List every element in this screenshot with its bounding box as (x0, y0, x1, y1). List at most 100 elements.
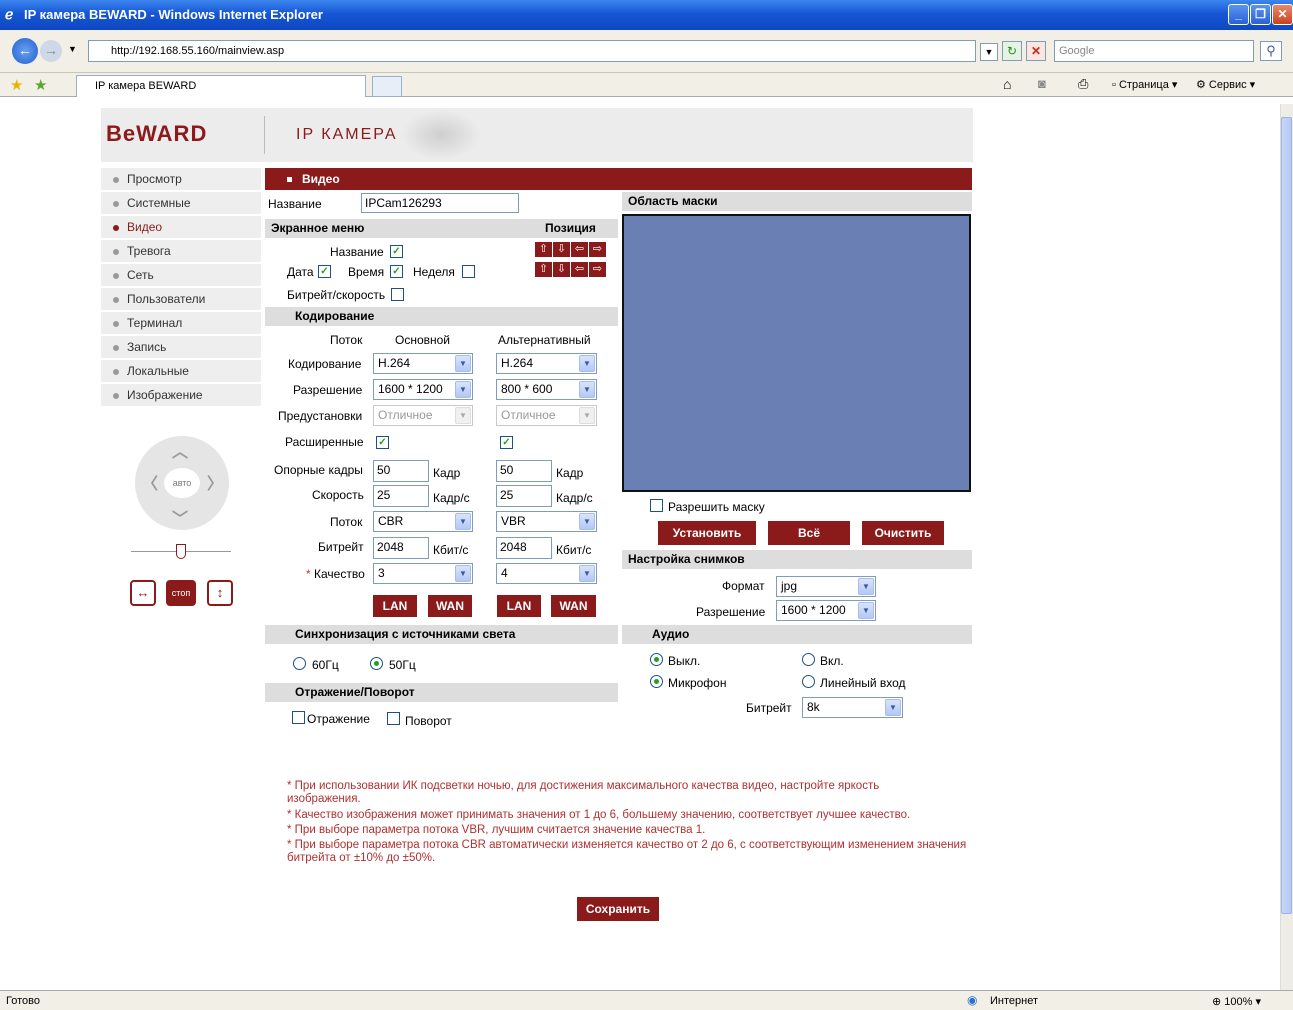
lan-alt-button[interactable]: LAN (497, 595, 541, 617)
stop-icon[interactable]: ✕ (1026, 41, 1046, 61)
feeds-icon[interactable]: ◙ (1038, 76, 1046, 91)
minimize-button[interactable]: _ (1228, 4, 1249, 25)
new-tab-button[interactable] (372, 76, 402, 97)
page-menu[interactable]: ▫ Страница ▾ (1112, 78, 1177, 91)
refresh-icon[interactable]: ↻ (1002, 41, 1022, 61)
mask-area-canvas[interactable] (622, 214, 971, 492)
lan-main-button[interactable]: LAN (373, 595, 417, 617)
enable-mask-checkbox[interactable] (650, 499, 663, 512)
mirror-checkbox[interactable] (292, 711, 305, 724)
codec-main-select[interactable]: H.264 ▼ (373, 353, 473, 374)
mask-clear-button[interactable]: Очистить (862, 521, 944, 545)
menu-item-system[interactable]: Системные (101, 192, 261, 214)
osd-bitrate-checkbox[interactable] (391, 288, 404, 301)
audio-header: Аудио (622, 625, 972, 644)
pos1-right-icon[interactable]: ⇨ (589, 242, 606, 257)
wan-main-button[interactable]: WAN (428, 595, 472, 617)
pos1-down-icon[interactable]: ⇩ (553, 242, 570, 257)
audio-on-radio[interactable] (802, 653, 815, 666)
tools-menu[interactable]: ⚙ Сервис ▾ (1196, 78, 1255, 91)
wan-alt-button[interactable]: WAN (551, 595, 596, 617)
line-in-radio[interactable] (802, 675, 815, 688)
vertical-scan-icon[interactable]: ↕ (207, 580, 233, 606)
menu-item-terminal[interactable]: Терминал (101, 312, 261, 334)
osd-time-checkbox[interactable]: ✓ (390, 265, 403, 278)
bitrate-alt-input[interactable]: 2048 (496, 537, 552, 559)
pos2-up-icon[interactable]: ⇧ (535, 262, 552, 277)
menu-item-video[interactable]: Видео (101, 216, 261, 238)
maximize-button[interactable]: ❐ (1250, 4, 1271, 25)
pos2-down-icon[interactable]: ⇩ (553, 262, 570, 277)
search-icon[interactable]: ⚲ (1260, 41, 1282, 61)
menu-item-network[interactable]: Сеть (101, 264, 261, 286)
osd-name-checkbox[interactable]: ✓ (390, 245, 403, 258)
history-dropdown-icon[interactable]: ▼ (68, 44, 77, 54)
codec-alt-select[interactable]: H.264 ▼ (496, 353, 597, 374)
pos1-up-icon[interactable]: ⇧ (535, 242, 552, 257)
ptz-right-icon[interactable]: 〉 (207, 470, 223, 494)
resolution-main-select[interactable]: 1600 * 1200 ▼ (373, 379, 473, 400)
ie-icon: ℯ (5, 6, 14, 22)
favorites-star-icon[interactable]: ★ (10, 76, 23, 94)
advanced-main-checkbox[interactable]: ✓ (376, 436, 389, 449)
audio-off-radio[interactable] (650, 653, 663, 666)
radio-60hz[interactable] (293, 657, 306, 670)
address-dropdown-icon[interactable]: ▼ (980, 43, 998, 61)
advanced-alt-checkbox[interactable]: ✓ (500, 436, 513, 449)
camera-name-input[interactable]: IPCam126293 (361, 193, 519, 213)
pos2-right-icon[interactable]: ⇨ (589, 262, 606, 277)
keyframe-alt-input[interactable]: 50 (496, 460, 552, 482)
microphone-radio[interactable] (650, 675, 663, 688)
fps-alt-input[interactable]: 25 (496, 485, 552, 507)
fps-main-input[interactable]: 25 (373, 485, 429, 507)
audio-bitrate-select[interactable]: 8k ▼ (802, 697, 903, 718)
menu-item-users[interactable]: Пользователи (101, 288, 261, 310)
rotate-checkbox[interactable] (387, 712, 400, 725)
zoom-control[interactable]: ⊕ 100% ▾ (1212, 995, 1261, 1008)
scrollbar-thumb[interactable] (1281, 117, 1292, 914)
radio-50hz[interactable] (370, 657, 383, 670)
ptz-left-icon[interactable]: 〈 (142, 470, 158, 494)
forward-icon[interactable]: → (40, 40, 62, 62)
bitrate-main-input[interactable]: 2048 (373, 537, 429, 559)
search-input[interactable]: Google (1054, 40, 1254, 62)
resolution-alt-select[interactable]: 800 * 600 ▼ (496, 379, 597, 400)
zoom-slider-handle[interactable] (176, 544, 186, 559)
ptz-down-icon[interactable]: ﹀ (172, 505, 188, 529)
menu-item-record[interactable]: Запись (101, 336, 261, 358)
mask-all-button[interactable]: Всё (768, 521, 850, 545)
ptz-auto-button[interactable]: авто (164, 468, 200, 498)
keyframe-main-input[interactable]: 50 (373, 460, 429, 482)
osd-date-checkbox[interactable]: ✓ (318, 265, 331, 278)
pos2-left-icon[interactable]: ⇦ (571, 262, 588, 277)
quality-main-select[interactable]: 3 ▼ (373, 563, 473, 584)
mask-set-button[interactable]: Установить (658, 521, 756, 545)
home-icon[interactable]: ⌂ (1003, 76, 1011, 92)
osd-week-checkbox[interactable] (462, 265, 475, 278)
close-button[interactable]: ✕ (1272, 4, 1293, 25)
menu-item-image[interactable]: Изображение (101, 384, 261, 406)
address-input[interactable]: http://192.168.55.160/mainview.asp (88, 40, 976, 62)
stream-alt-select[interactable]: VBR ▼ (496, 511, 597, 532)
pos1-left-icon[interactable]: ⇦ (571, 242, 588, 257)
back-icon[interactable]: ← (12, 38, 38, 64)
chevron-down-icon: ▼ (455, 565, 471, 582)
preset-alt-select[interactable]: Отличное ▼ (496, 405, 597, 426)
menu-item-alarm[interactable]: Тревога (101, 240, 261, 262)
snapshot-format-select[interactable]: jpg ▼ (776, 576, 876, 597)
menu-item-view[interactable]: Просмотр (101, 168, 261, 190)
save-button[interactable]: Сохранить (577, 897, 659, 921)
ptz-up-icon[interactable]: ︿ (172, 438, 188, 462)
add-favorite-icon[interactable]: ★ (34, 76, 47, 94)
horizontal-scan-icon[interactable]: ↔ (130, 580, 156, 606)
print-icon[interactable]: ⎙ (1078, 76, 1088, 92)
ptz-stop-button[interactable]: стоп (166, 580, 196, 606)
snapshot-header: Настройка снимков (622, 550, 972, 569)
quality-alt-select[interactable]: 4 ▼ (496, 563, 597, 584)
preset-main-select[interactable]: Отличное ▼ (373, 405, 473, 426)
menu-item-local[interactable]: Локальные (101, 360, 261, 382)
stream-main-select[interactable]: CBR ▼ (373, 511, 473, 532)
browser-tab[interactable]: IP камера BEWARD (76, 75, 366, 97)
snapshot-res-select[interactable]: 1600 * 1200 ▼ (776, 600, 876, 621)
snapshot-res-label: Разрешение (696, 605, 766, 619)
